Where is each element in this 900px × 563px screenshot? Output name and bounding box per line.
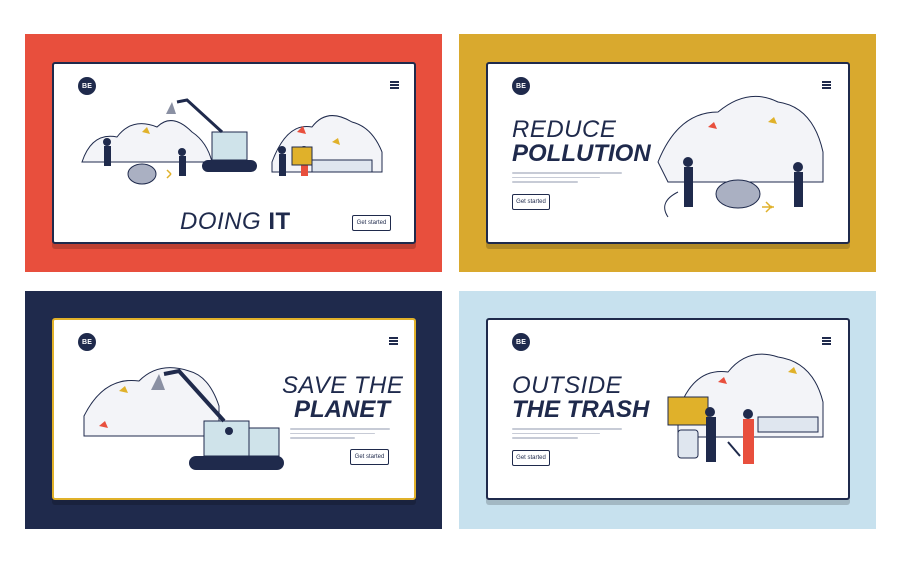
- logo-icon[interactable]: BE: [512, 77, 530, 95]
- hamburger-menu-icon[interactable]: [389, 337, 398, 345]
- landing-card-reduce-pollution: BE REDUCE POLLUTION Get started: [486, 62, 850, 244]
- placeholder-text-lines: [512, 172, 622, 186]
- landing-card-outside-the-trash: BE OUTSIDE THE TRASH Get started: [486, 318, 850, 500]
- title-light: SAVE THE: [282, 372, 404, 399]
- recycling-illustration: [81, 98, 383, 185]
- get-started-button[interactable]: Get started: [350, 449, 389, 465]
- placeholder-text-lines: [512, 428, 622, 442]
- placeholder-text-lines: [290, 428, 390, 442]
- get-started-button[interactable]: Get started: [512, 450, 550, 466]
- title-light-text: DOING: [180, 208, 262, 235]
- title-bold: POLLUTION: [512, 140, 651, 167]
- logo-icon[interactable]: BE: [512, 333, 530, 351]
- get-started-button[interactable]: Get started: [352, 215, 391, 231]
- title-light: DOING IT: [180, 210, 291, 234]
- title-bold: PLANET: [294, 396, 390, 423]
- get-started-button[interactable]: Get started: [512, 194, 550, 210]
- excavator-illustration: [83, 367, 284, 470]
- landing-card-save-the-planet: BE SAVE THE PLANET Get started: [52, 318, 416, 500]
- title-light: OUTSIDE: [512, 372, 623, 399]
- workers-sorting-illustration: [667, 353, 824, 464]
- title-light: REDUCE: [512, 116, 617, 143]
- title-bold: THE TRASH: [512, 396, 650, 423]
- title-bold-text: IT: [268, 208, 291, 235]
- landing-card-doing-it: BE DOING IT Get started: [52, 62, 416, 244]
- welding-illustration: [657, 95, 824, 218]
- hamburger-menu-icon[interactable]: [390, 81, 399, 89]
